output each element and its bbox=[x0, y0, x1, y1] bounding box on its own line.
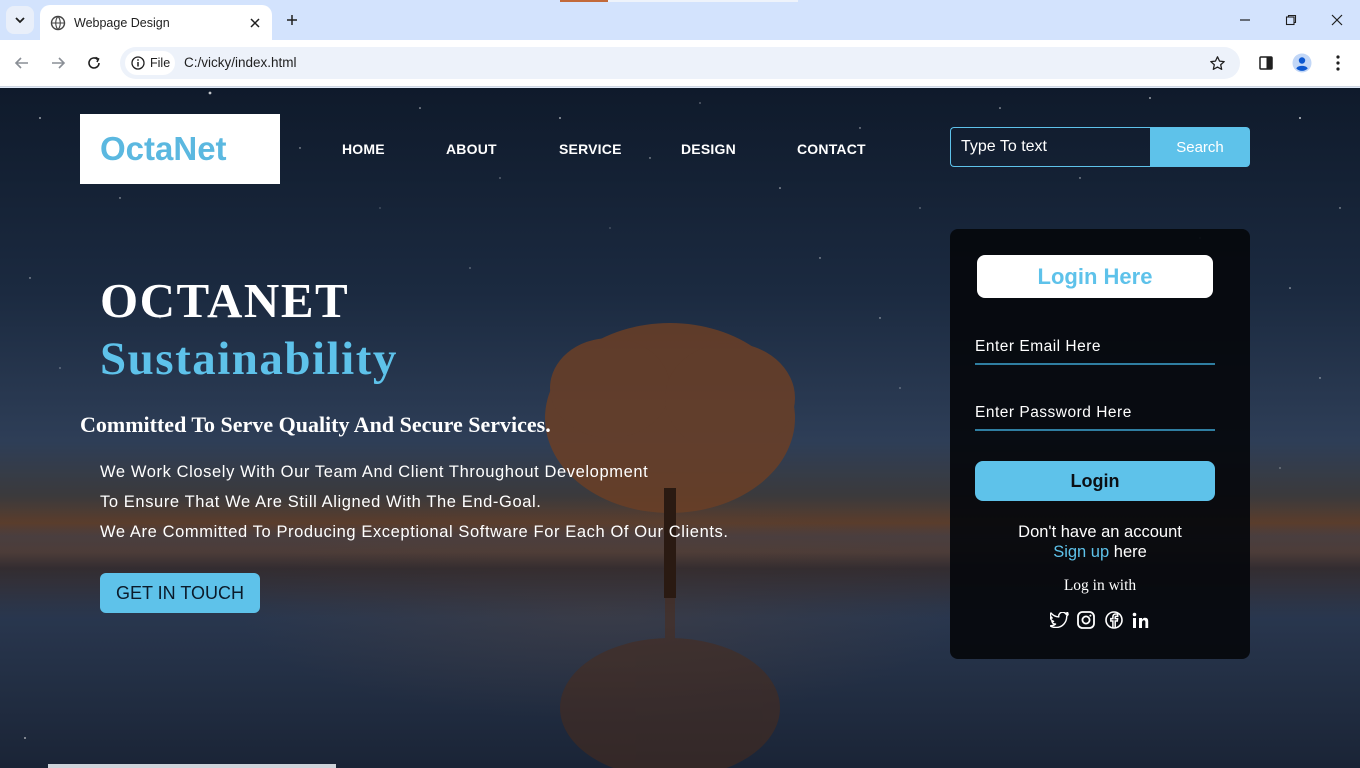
signup-line: Sign up here bbox=[950, 542, 1250, 562]
login-card: Login Here Login Don't have an account S… bbox=[950, 229, 1250, 659]
instagram-icon[interactable] bbox=[1076, 610, 1096, 630]
url-text[interactable]: C:/vicky/index.html bbox=[184, 55, 297, 70]
arrow-left-icon bbox=[14, 57, 28, 69]
hero-paragraph-line-2: To Ensure That We Are Still Aligned With… bbox=[100, 493, 542, 511]
side-panel-button[interactable] bbox=[1254, 51, 1278, 75]
menu-button[interactable] bbox=[1326, 51, 1350, 75]
facebook-icon[interactable] bbox=[1104, 610, 1124, 630]
minimize-icon bbox=[1240, 19, 1250, 21]
signup-prompt: Don't have an account Sign up here bbox=[950, 522, 1250, 562]
get-in-touch-button[interactable]: GET IN TOUCH bbox=[100, 573, 260, 613]
nav-design[interactable]: DESIGN bbox=[681, 141, 736, 157]
signup-link[interactable]: Sign up bbox=[1053, 543, 1109, 561]
logo-text: OctaNet bbox=[100, 130, 227, 167]
chip-label: File bbox=[150, 56, 171, 70]
avatar-icon bbox=[1292, 53, 1312, 73]
password-field[interactable] bbox=[975, 397, 1215, 431]
hero-paragraph-line-1: We Work Closely With Our Team And Client… bbox=[100, 463, 649, 481]
restore-button[interactable] bbox=[1279, 8, 1303, 32]
nav-about[interactable]: ABOUT bbox=[446, 141, 497, 157]
back-button[interactable] bbox=[10, 51, 34, 75]
tab-search-button[interactable] bbox=[6, 6, 34, 34]
side-panel-icon bbox=[1259, 56, 1273, 70]
login-with-text: Log in with bbox=[1063, 577, 1137, 594]
minimize-button[interactable] bbox=[1233, 8, 1257, 32]
hero-tagline: Committed To Serve Quality And Secure Se… bbox=[80, 412, 551, 437]
profile-button[interactable] bbox=[1290, 51, 1314, 75]
nav-service[interactable]: SERVICE bbox=[559, 141, 622, 157]
chevron-down-icon bbox=[15, 17, 25, 24]
restore-icon bbox=[1285, 14, 1297, 26]
reload-icon bbox=[88, 56, 100, 69]
close-window-button[interactable] bbox=[1325, 8, 1349, 32]
plus-icon bbox=[287, 15, 297, 25]
tab-title: Webpage Design bbox=[74, 15, 170, 30]
login-title: Login Here bbox=[977, 255, 1213, 298]
email-field[interactable] bbox=[975, 331, 1215, 365]
bookmark-star-button[interactable] bbox=[1206, 52, 1228, 74]
no-account-text: Don't have an account bbox=[1018, 523, 1182, 541]
login-button[interactable]: Login bbox=[975, 461, 1215, 501]
tab-strip-accent bbox=[560, 0, 608, 2]
logo[interactable]: OctaNet bbox=[80, 114, 280, 184]
browser-toolbar: File C:/vicky/index.html bbox=[0, 40, 1360, 87]
nav-contact[interactable]: CONTACT bbox=[797, 141, 866, 157]
hero-subtitle: Sustainability bbox=[100, 333, 398, 385]
close-icon bbox=[1331, 14, 1343, 26]
search-button[interactable]: Search bbox=[1150, 127, 1250, 167]
browser-tab-strip: Webpage Design bbox=[0, 0, 1360, 40]
social-links bbox=[1049, 610, 1151, 632]
forward-button[interactable] bbox=[46, 51, 70, 75]
horizontal-scrollbar[interactable] bbox=[48, 764, 336, 768]
hero-paragraph-line-3: We Are Committed To Producing Exceptiona… bbox=[100, 523, 729, 541]
site-info-chip[interactable]: File bbox=[125, 51, 175, 75]
close-tab-icon[interactable] bbox=[246, 14, 264, 32]
twitter-icon[interactable] bbox=[1049, 610, 1069, 630]
address-bar[interactable]: File C:/vicky/index.html bbox=[120, 47, 1240, 79]
info-icon bbox=[131, 56, 145, 70]
tab-strip-accent-light bbox=[608, 0, 798, 2]
browser-tab[interactable]: Webpage Design bbox=[40, 5, 272, 40]
linkedin-icon[interactable] bbox=[1131, 610, 1151, 630]
hero-title: OCTANET bbox=[100, 273, 350, 328]
globe-icon bbox=[50, 15, 66, 31]
more-vertical-icon bbox=[1336, 55, 1340, 71]
webpage-viewport: OctaNet HOME ABOUT SERVICE DESIGN CONTAC… bbox=[0, 88, 1360, 768]
star-icon bbox=[1209, 55, 1225, 70]
here-text: here bbox=[1113, 543, 1147, 561]
arrow-right-icon bbox=[52, 57, 66, 69]
reload-button[interactable] bbox=[82, 51, 106, 75]
nav-home[interactable]: HOME bbox=[342, 141, 385, 157]
new-tab-button[interactable] bbox=[280, 8, 304, 32]
search-input[interactable] bbox=[950, 127, 1150, 167]
